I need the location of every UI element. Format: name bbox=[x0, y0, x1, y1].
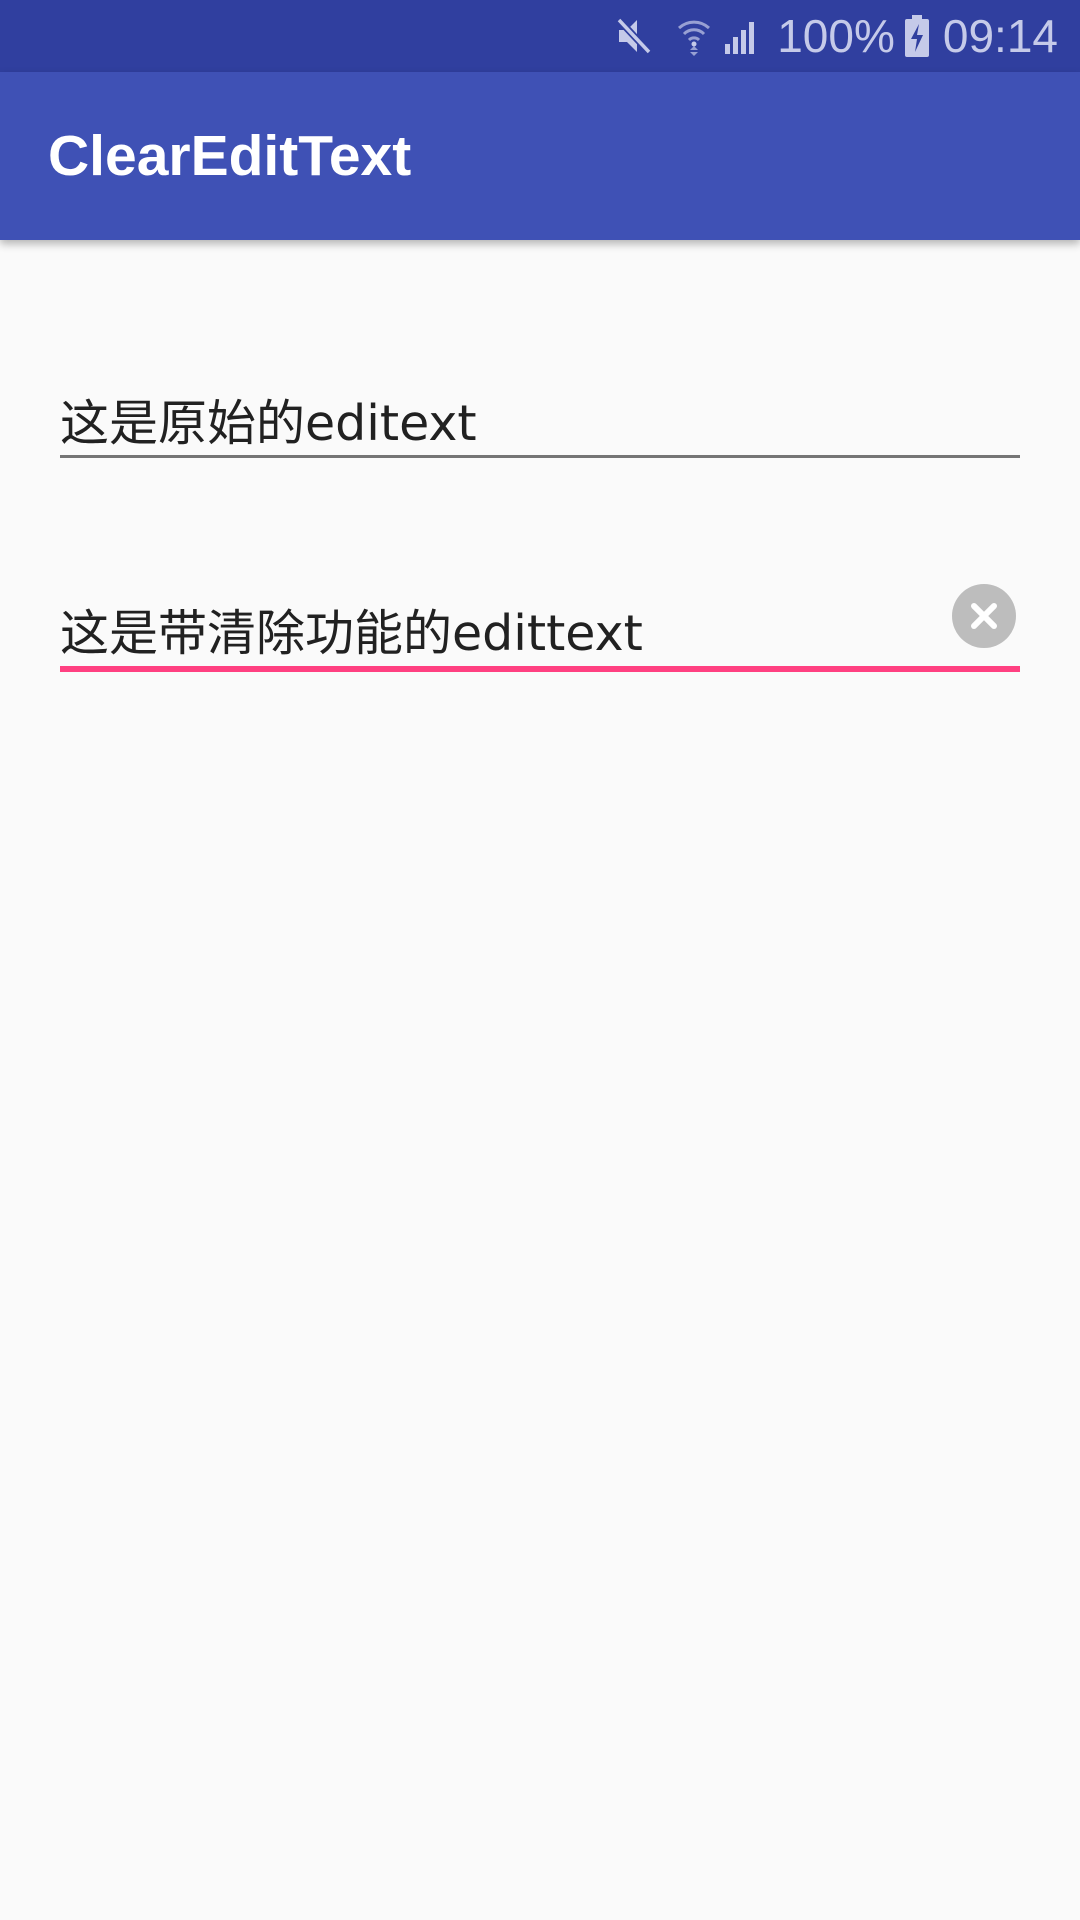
wifi-icon bbox=[677, 16, 711, 56]
original-edittext-value[interactable]: 这是原始的editext bbox=[60, 384, 477, 455]
signal-icon bbox=[723, 18, 761, 54]
status-icons: 100% 09:14 bbox=[615, 0, 1058, 72]
clearable-edittext-underline bbox=[60, 666, 1020, 672]
battery-charging-icon bbox=[904, 15, 929, 57]
clear-circle-icon[interactable] bbox=[952, 584, 1016, 648]
original-edittext[interactable]: 这是原始的editext bbox=[60, 370, 1020, 460]
clearable-edittext[interactable]: 这是带清除功能的edittext bbox=[60, 570, 1020, 672]
app-bar: ClearEditText bbox=[0, 72, 1080, 240]
status-bar: 100% 09:14 bbox=[0, 0, 1080, 72]
clock: 09:14 bbox=[942, 10, 1058, 62]
clearable-edittext-value[interactable]: 这是带清除功能的edittext bbox=[60, 594, 643, 665]
battery-percent: 100% bbox=[777, 10, 895, 62]
mute-icon bbox=[615, 16, 653, 56]
app-title: ClearEditText bbox=[48, 124, 412, 188]
original-edittext-underline bbox=[60, 455, 1020, 458]
screen: 100% 09:14 ClearEditText 这是原始的editext 这是… bbox=[0, 0, 1080, 1920]
